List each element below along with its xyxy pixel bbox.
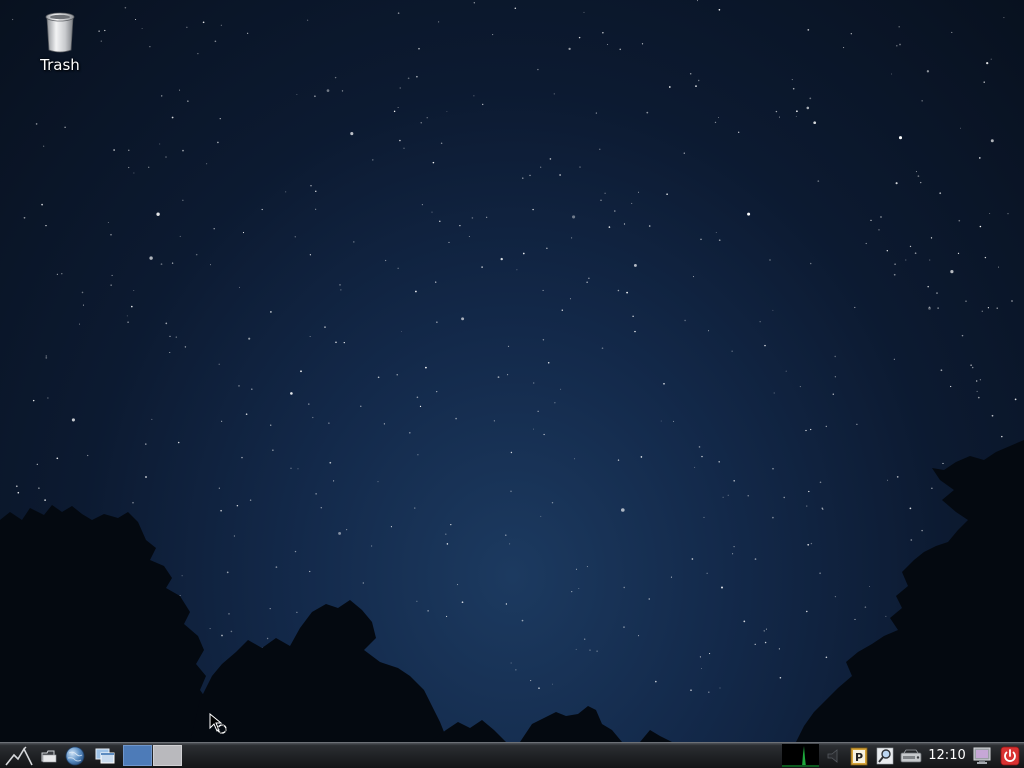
network-icon (900, 749, 922, 762)
clipboard-icon: P (850, 747, 868, 765)
mouse-cursor (209, 713, 227, 734)
show-desktop-button[interactable] (92, 743, 118, 768)
cpu-monitor[interactable] (782, 744, 819, 767)
screen-lock-icon (973, 747, 991, 764)
show-desktop-icon (95, 748, 115, 763)
volume-button[interactable] (822, 743, 848, 768)
taskbar: P 12:10 (0, 742, 1024, 768)
tree-silhouettes (0, 440, 1024, 742)
svg-text:P: P (855, 751, 863, 764)
file-manager-button[interactable] (38, 743, 60, 768)
lock-screen-button[interactable] (970, 743, 994, 768)
web-browser-button[interactable] (62, 743, 88, 768)
clipboard-button[interactable]: P (848, 743, 870, 768)
menu-icon (5, 746, 33, 765)
workspace-2-button[interactable] (153, 745, 182, 766)
web-browser-icon (65, 746, 85, 765)
workspace-1-button[interactable] (123, 745, 152, 766)
trash-desktop-icon[interactable]: Trash (28, 10, 92, 74)
power-button[interactable] (998, 743, 1022, 768)
power-icon (1000, 746, 1020, 765)
network-button[interactable] (898, 743, 924, 768)
search-button[interactable] (874, 743, 896, 768)
search-icon (876, 747, 894, 764)
volume-icon (827, 748, 838, 763)
trash-label: Trash (40, 56, 80, 74)
trash-icon (45, 12, 75, 53)
start-menu-button[interactable] (2, 743, 36, 768)
desktop-background[interactable]: Trash (0, 0, 1024, 742)
cpu-monitor-icon (782, 744, 819, 767)
file-manager-icon (41, 750, 57, 762)
clock[interactable]: 12:10 (926, 743, 968, 768)
